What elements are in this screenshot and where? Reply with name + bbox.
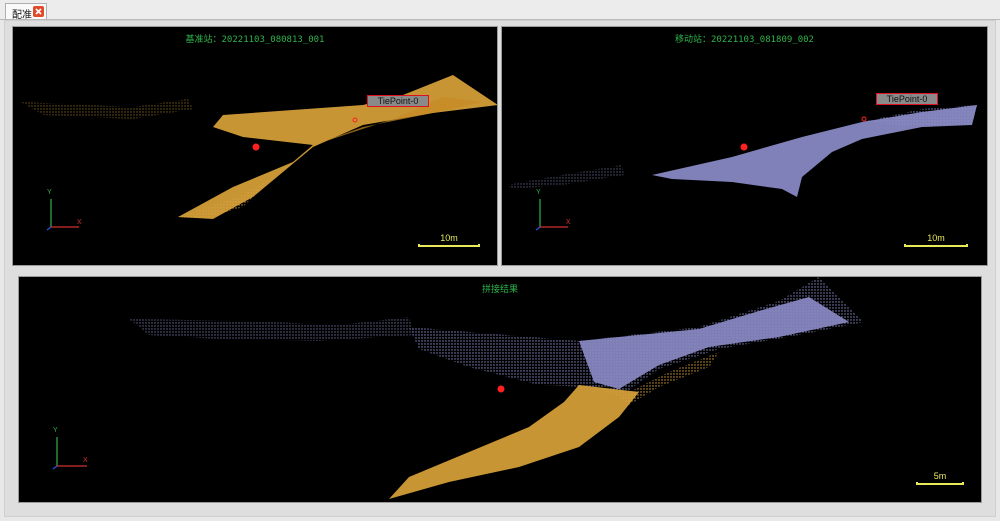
reference-view[interactable]: 基准站：20221103_080813_001 TiePoint-0 Y X 1… bbox=[12, 26, 498, 266]
tiepoint-label[interactable]: TiePoint-0 bbox=[367, 95, 429, 107]
scale-bar-label: 5m bbox=[933, 471, 947, 481]
scale-bar-label: 10m bbox=[927, 233, 945, 243]
tiepoint-label[interactable]: TiePoint-0 bbox=[876, 93, 938, 105]
moving-view[interactable]: 移动站：20221103_081809_002 TiePoint-0 Y X 1… bbox=[501, 26, 988, 266]
x-axis-label: X bbox=[83, 457, 88, 464]
axis-gizmo: Y X bbox=[47, 189, 97, 236]
view-title: 移动站：20221103_081809_002 bbox=[675, 35, 814, 45]
tiepoint-marker bbox=[252, 143, 260, 151]
view-title: 拼接结果 bbox=[481, 285, 518, 295]
result-view[interactable]: 拼接结果 Y X 5m bbox=[18, 276, 982, 503]
axis-gizmo: Y X bbox=[53, 427, 103, 474]
tiepoint-marker bbox=[740, 143, 748, 151]
y-axis-label: Y bbox=[53, 427, 58, 434]
merged-point-cloud bbox=[52, 277, 864, 499]
y-axis-label: Y bbox=[47, 189, 52, 196]
tab-registration[interactable]: 配准 bbox=[5, 3, 47, 21]
view-title: 基准站：20221103_080813_001 bbox=[185, 35, 325, 45]
axis-gizmo: Y X bbox=[536, 189, 586, 236]
scale-bar: 10m bbox=[418, 233, 480, 247]
scale-bar-line bbox=[904, 244, 968, 247]
x-axis-label: X bbox=[77, 219, 82, 226]
tab-bar: 配准 bbox=[0, 0, 1000, 21]
scale-bar-line bbox=[916, 482, 964, 485]
tab-label: 配准 bbox=[12, 10, 32, 21]
tiepoint-marker bbox=[497, 385, 505, 393]
x-axis-label: X bbox=[566, 219, 571, 226]
scale-bar: 10m bbox=[904, 233, 968, 247]
close-icon[interactable] bbox=[33, 6, 44, 17]
scale-bar-label: 10m bbox=[440, 233, 458, 243]
scale-bar-line bbox=[418, 244, 480, 247]
scale-bar: 5m bbox=[916, 471, 964, 485]
y-axis-label: Y bbox=[536, 189, 541, 196]
